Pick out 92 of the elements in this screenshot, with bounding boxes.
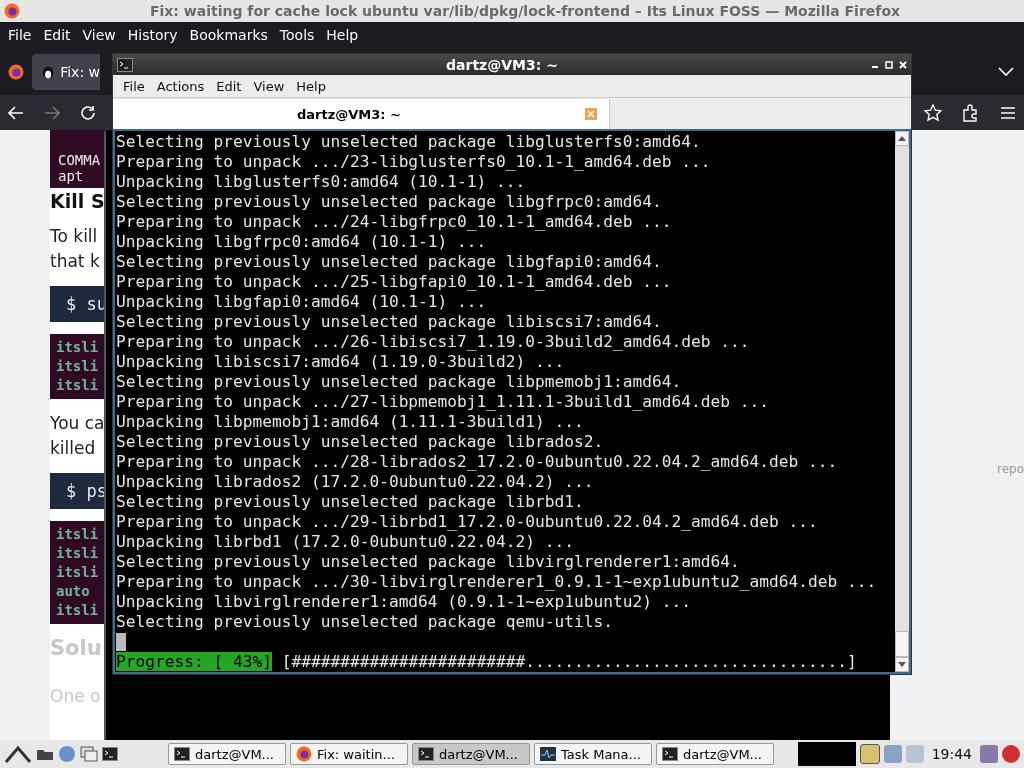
menu-item[interactable]: Actions xyxy=(150,78,211,94)
article-text: Kill S xyxy=(50,190,106,212)
terminal-line: Preparing to unpack .../26-libiscsi7_1.19.0-3build2_amd64.deb ... xyxy=(116,332,751,352)
article-text: apt xyxy=(58,168,85,184)
menu-icon[interactable] xyxy=(1000,105,1016,120)
article-text: itsli xyxy=(56,338,100,357)
article-text: killed xyxy=(50,437,97,460)
browser-tab[interactable]: Fix: w xyxy=(32,53,100,90)
taskbar-button[interactable]: Fix: waitin... xyxy=(290,743,408,765)
window-title: Fix: waiting for cache lock ubuntu var/lib/dpkg/lock-frontend – Its Linux FOSS — Mozilla Firefox xyxy=(148,3,902,19)
window-title: dartz@VM3: ~ xyxy=(445,56,559,73)
text-cursor xyxy=(116,633,126,651)
article-text: itsli xyxy=(56,601,100,620)
article-text: To kill xyxy=(50,225,99,248)
terminal-line: Selecting previously unselected package librbd1. xyxy=(116,492,585,512)
taskbar-button[interactable]: Task Mana... xyxy=(534,743,652,765)
terminal-line: Preparing to unpack .../30-libvirglrenderer1_0.9.1-1~exp1ubuntu2_amd64.deb ... xyxy=(116,572,878,592)
article-text: itsli xyxy=(56,563,100,582)
terminal-line: Preparing to unpack .../24-libgfrpc0_10.1-1_amd64.deb ... xyxy=(116,212,673,232)
terminal-line: Unpacking librbd1 (17.2.0-0ubuntu0.22.04.2) ... xyxy=(116,532,576,552)
terminal-icon xyxy=(117,57,133,72)
terminal-line: Selecting previously unselected package libvirglrenderer1:amd64. xyxy=(116,552,741,572)
article-text: You ca xyxy=(50,412,106,435)
terminal-line: Preparing to unpack .../28-librados2_17.2.0-0ubuntu0.22.04.2_amd64.deb ... xyxy=(116,452,839,472)
taskbar-button[interactable]: dartz@VM... xyxy=(168,743,286,765)
terminal-line: Unpacking libvirglrenderer1:amd64 (0.9.1-1~exp1ubuntu2) ... xyxy=(116,592,692,612)
terminal-line: Unpacking libglusterfs0:amd64 (10.1-1) ... xyxy=(116,172,527,192)
terminal-line: Selecting previously unselected package qemu-utils. xyxy=(116,612,615,632)
taskbar-button[interactable]: dartz@VM... xyxy=(656,743,774,765)
terminal-line: Selecting previously unselected package librados2. xyxy=(116,432,605,452)
terminal-icon[interactable] xyxy=(102,747,118,761)
terminal-line: Preparing to unpack .../23-libglusterfs0_10.1-1_amd64.deb ... xyxy=(116,152,712,172)
terminal-line: Unpacking libgfrpc0:amd64 (10.1-1) ... xyxy=(116,232,488,252)
windows-icon[interactable] xyxy=(80,746,98,762)
terminal-line: Selecting previously unselected package libpmemobj1:amd64. xyxy=(116,372,683,392)
terminal-line: Unpacking libgfapi0:amd64 (10.1-1) ... xyxy=(116,292,488,312)
firefox-icon xyxy=(4,3,20,19)
terminal-line: Selecting previously unselected package libiscsi7:amd64. xyxy=(116,312,663,332)
forward-arrow-icon[interactable] xyxy=(44,105,60,120)
cpu-monitor xyxy=(797,742,856,766)
clock: 19:44 xyxy=(930,746,973,762)
menu-item[interactable]: History xyxy=(121,27,184,43)
menu-item[interactable]: File xyxy=(2,27,38,43)
menu-item[interactable]: Edit xyxy=(37,27,77,43)
article-text: auto xyxy=(56,582,91,601)
article-text: that k xyxy=(50,250,101,273)
start-menu-icon[interactable] xyxy=(4,744,32,764)
star-icon[interactable] xyxy=(924,103,942,122)
terminal-icon xyxy=(174,747,190,761)
menu-item[interactable]: Tools xyxy=(273,27,321,43)
scroll-up-icon[interactable] xyxy=(898,136,906,141)
folder-icon[interactable] xyxy=(36,747,54,761)
maximize-icon[interactable] xyxy=(885,60,893,69)
firefox-icon[interactable] xyxy=(8,63,24,80)
pulse-icon xyxy=(540,747,556,761)
scrollbar[interactable] xyxy=(895,131,909,672)
firefox-icon xyxy=(296,746,312,762)
progress-label: Progress: [ 43%] xyxy=(116,652,272,671)
article-text: itsli xyxy=(56,357,100,376)
terminal-line: Preparing to unpack .../29-librbd1_17.2.0-0ubuntu0.22.04.2_amd64.deb ... xyxy=(116,512,819,532)
back-arrow-icon[interactable] xyxy=(8,105,24,120)
terminal-line: Unpacking librados2 (17.2.0-0ubuntu0.22.04.2) ... xyxy=(116,472,595,492)
article-text: COMMA xyxy=(58,152,102,168)
close-icon[interactable] xyxy=(899,60,907,69)
article-text: itsli xyxy=(56,376,100,395)
menu-item[interactable]: View xyxy=(76,27,122,43)
terminal-line: Preparing to unpack .../25-libgfapi0_10.1-1_amd64.deb ... xyxy=(116,272,673,292)
terminal-line: Selecting previously unselected package libgfapi0:amd64. xyxy=(116,252,663,272)
puzzle-icon[interactable] xyxy=(962,103,980,122)
chevron-down-icon[interactable] xyxy=(998,66,1014,77)
terminal-line: Selecting previously unselected package libgfrpc0:amd64. xyxy=(116,192,663,212)
terminal-line: Preparing to unpack .../27-libpmemobj1_1.11.1-3build1_amd64.deb ... xyxy=(116,392,770,412)
menu-item[interactable]: Help xyxy=(290,78,332,94)
scroll-down-icon[interactable] xyxy=(898,662,906,667)
menu-item[interactable]: Bookmarks xyxy=(183,27,274,43)
terminal-icon xyxy=(662,747,678,761)
menu-item[interactable]: File xyxy=(117,78,151,94)
side-text: repo xyxy=(997,462,1024,476)
terminal-line: Unpacking libpmemobj1:amd64 (1.11.1-3build1) ... xyxy=(116,412,585,432)
terminal-line: Selecting previously unselected package libglusterfs0:amd64. xyxy=(116,132,702,152)
menu-item[interactable]: View xyxy=(247,78,291,94)
terminal-tab[interactable]: dartz@VM3: ~ xyxy=(113,99,610,129)
article-text: itsli xyxy=(56,525,100,544)
reload-icon[interactable] xyxy=(80,104,96,121)
scrollbar-thumb[interactable] xyxy=(895,631,909,657)
terminal-line: Unpacking libiscsi7:amd64 (1.19.0-3build2) ... xyxy=(116,352,566,372)
progress-bar-text: [########################.................................] xyxy=(281,652,857,671)
article-text: itsli xyxy=(56,544,100,563)
taskbar-button[interactable]: dartz@VM... xyxy=(412,743,530,765)
menu-item[interactable]: Help xyxy=(320,27,365,43)
menu-item[interactable]: Edit xyxy=(210,78,248,94)
terminal-icon xyxy=(418,747,434,761)
